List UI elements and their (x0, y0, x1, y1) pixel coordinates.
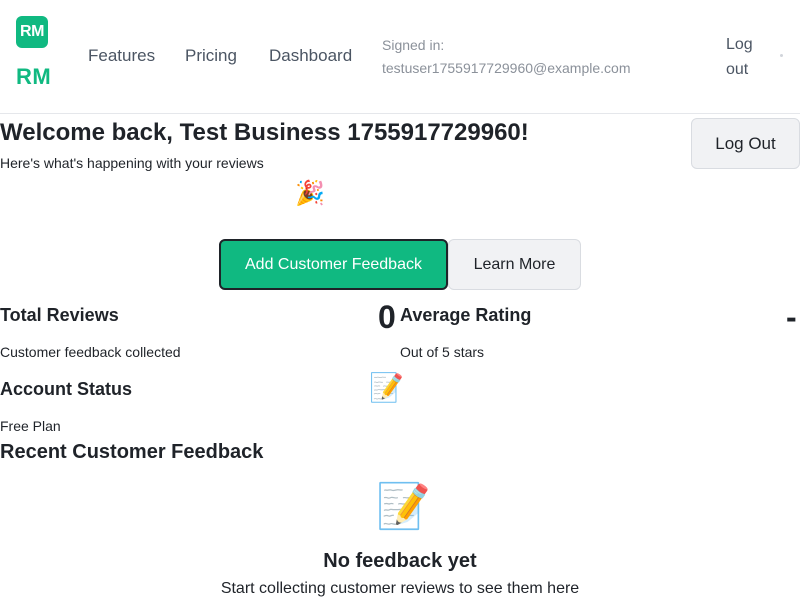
nav-pricing-link[interactable]: Pricing (185, 46, 237, 66)
logout-button[interactable]: Log Out (691, 118, 800, 169)
logo-text[interactable]: RM (16, 64, 51, 90)
page-subtitle: Here's what's happening with your review… (0, 155, 264, 171)
signed-in-email: testuser1755917729960@example.com (382, 60, 631, 76)
nav-features-link[interactable]: Features (88, 46, 155, 66)
header-logout-link[interactable]: Log out (726, 32, 766, 82)
divider-dot (780, 54, 783, 57)
add-customer-feedback-button[interactable]: Add Customer Feedback (219, 239, 448, 290)
learn-more-button[interactable]: Learn More (448, 239, 581, 290)
account-status-title: Account Status (0, 379, 133, 399)
signed-in-label: Signed in: (382, 37, 445, 53)
page-title: Welcome back, Test Business 175591772996… (0, 119, 529, 146)
nav-dashboard-link[interactable]: Dashboard (269, 46, 352, 66)
empty-state-subtitle: Start collecting customer reviews to see… (220, 580, 580, 597)
empty-state-title: No feedback yet (323, 550, 477, 572)
memo-pencil-icon: 📝 (369, 372, 404, 403)
total-reviews-subtitle: Customer feedback collected (0, 344, 181, 360)
average-rating-value: - (786, 299, 797, 335)
average-rating-title: Average Rating (400, 305, 532, 325)
recent-feedback-title: Recent Customer Feedback (0, 441, 264, 463)
party-popper-icon: 🎉 (295, 180, 325, 207)
account-status-plan: Free Plan (0, 418, 61, 434)
total-reviews-value: 0 (378, 299, 396, 335)
logo-badge[interactable]: RM (16, 16, 48, 48)
total-reviews-title: Total Reviews (0, 305, 119, 325)
average-rating-subtitle: Out of 5 stars (400, 344, 485, 360)
top-navbar: RM RM Features Pricing Dashboard Signed … (0, 0, 800, 114)
memo-pencil-icon: 📝 (376, 482, 431, 531)
